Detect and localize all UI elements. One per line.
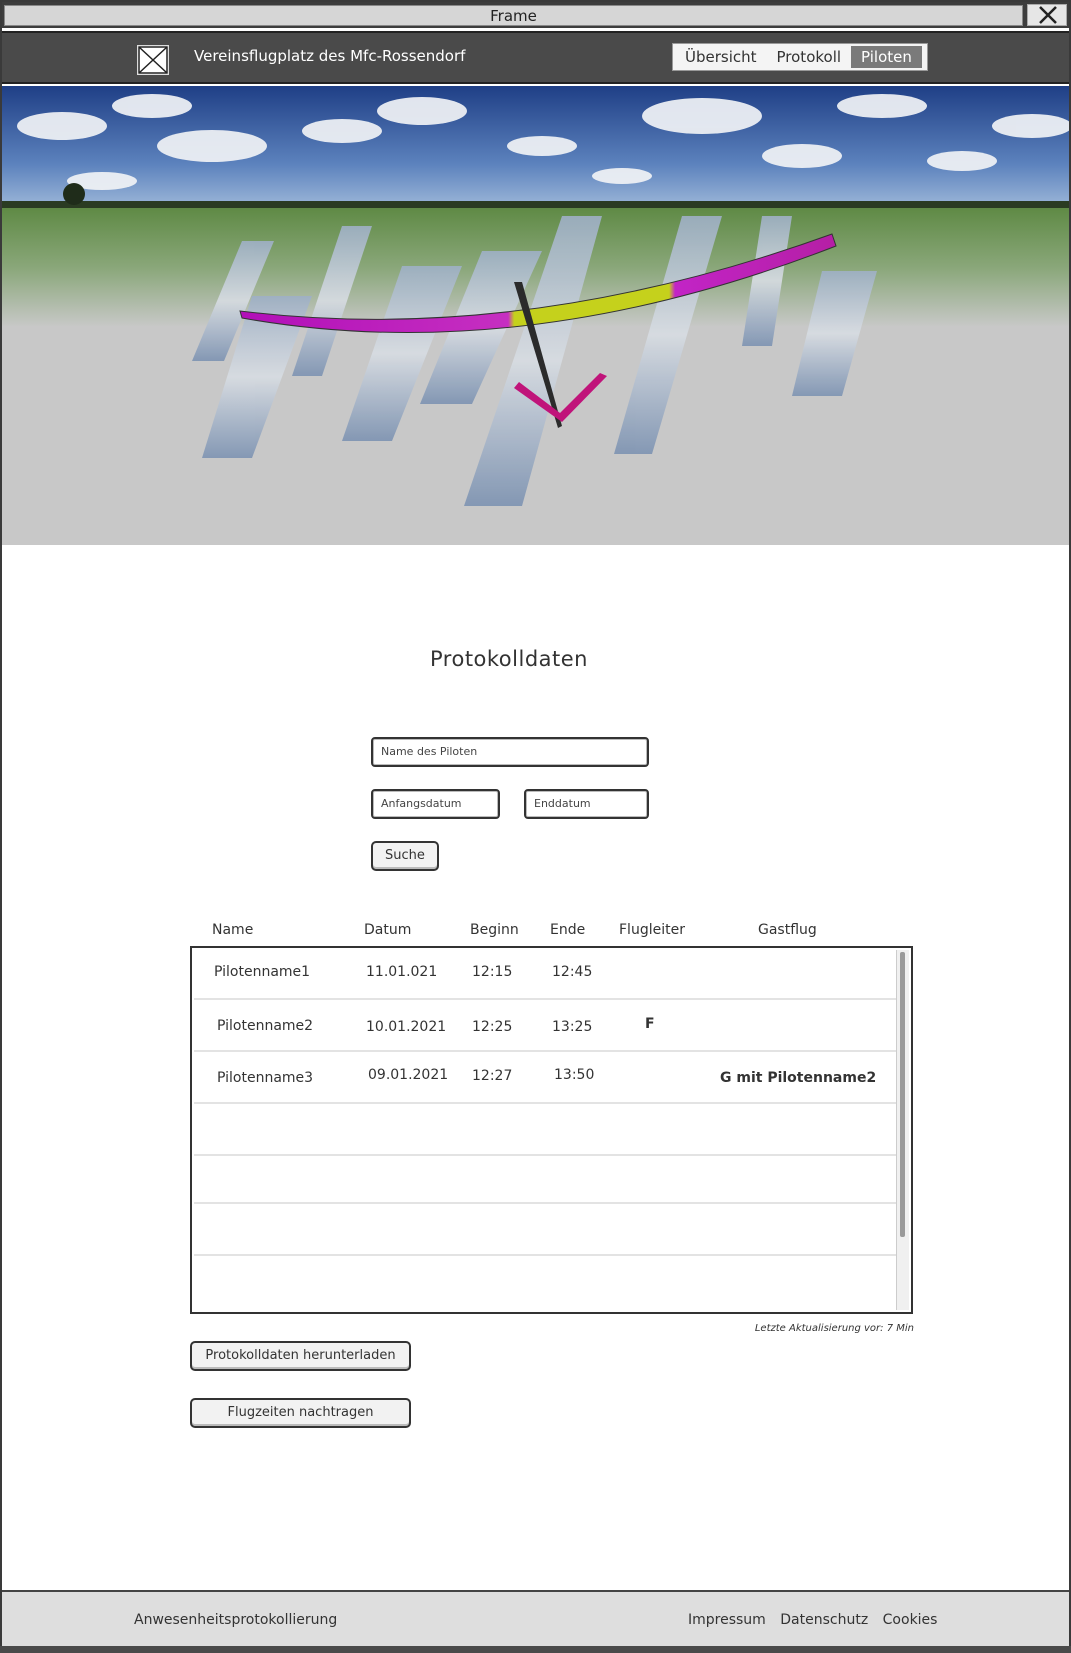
- cell-beginn: 12:27: [472, 1068, 513, 1084]
- table-row[interactable]: Pilotenname2 10.01.2021 12:25 13:25 F: [194, 1000, 899, 1052]
- start-date-input[interactable]: Anfangsdatum: [371, 789, 500, 819]
- column-header-flugleiter: Flugleiter: [619, 922, 685, 938]
- footer-link-impressum[interactable]: Impressum: [688, 1612, 766, 1628]
- column-header-beginn: Beginn: [470, 922, 519, 938]
- table-row[interactable]: Pilotenname1 11.01.021 12:15 12:45: [194, 948, 899, 1000]
- hero-image: [2, 86, 1069, 545]
- cell-ende: 12:45: [552, 964, 593, 980]
- logo[interactable]: [137, 45, 169, 75]
- window-bottom-border: [0, 1646, 1071, 1653]
- close-icon: [1039, 6, 1057, 24]
- footer-app-name: Anwesenheitsprotokollierung: [134, 1612, 338, 1628]
- cell-name: Pilotenname2: [217, 1018, 314, 1034]
- window-titlebar: Frame: [2, 2, 1069, 28]
- add-flight-times-button[interactable]: Flugzeiten nachtragen: [190, 1398, 411, 1428]
- page-title: Protokolldaten: [430, 647, 588, 671]
- last-update-note: Letzte Aktualisierung vor: 7 Min: [754, 1323, 914, 1334]
- cell-ende: 13:25: [552, 1019, 593, 1035]
- cell-gastflug: G mit Pilotenname2: [720, 1070, 877, 1086]
- site-footer: Anwesenheitsprotokollierung Impressum Da…: [2, 1590, 1069, 1651]
- cell-flugleiter: F: [645, 1016, 655, 1032]
- end-date-placeholder: Enddatum: [534, 797, 591, 810]
- search-button[interactable]: Suche: [371, 841, 439, 871]
- cell-name: Pilotenname3: [217, 1070, 314, 1086]
- end-date-input[interactable]: Enddatum: [524, 789, 649, 819]
- download-protocol-button[interactable]: Protokolldaten herunterladen: [190, 1341, 411, 1371]
- cell-beginn: 12:25: [472, 1019, 513, 1035]
- tab-protokoll[interactable]: Protokoll: [767, 46, 852, 68]
- table-row-empty[interactable]: [194, 1104, 899, 1156]
- footer-link-cookies[interactable]: Cookies: [883, 1612, 938, 1628]
- column-header-datum: Datum: [364, 922, 412, 938]
- table-scrollbar[interactable]: [896, 950, 909, 1310]
- image-placeholder-icon: [138, 46, 168, 74]
- cell-datum: 10.01.2021: [366, 1019, 447, 1035]
- cell-ende: 13:50: [554, 1067, 595, 1083]
- site-title: Vereinsflugplatz des Mfc-Rossendorf: [194, 47, 466, 65]
- pilot-name-placeholder: Name des Piloten: [381, 745, 478, 758]
- tab-uebersicht[interactable]: Übersicht: [675, 46, 767, 68]
- window-titlebar-inner: Frame: [4, 5, 1023, 26]
- pilot-name-input[interactable]: Name des Piloten: [371, 737, 649, 767]
- table-row-empty[interactable]: [194, 1156, 899, 1204]
- column-header-gastflug: Gastflug: [758, 922, 817, 938]
- table-header: Name Datum Beginn Ende Flugleiter Gastfl…: [190, 922, 910, 944]
- cell-datum: 11.01.021: [366, 964, 438, 980]
- cell-datum: 09.01.2021: [368, 1067, 449, 1083]
- table-row-empty[interactable]: [194, 1256, 899, 1308]
- protocol-table[interactable]: Pilotenname1 11.01.021 12:15 12:45 Pilot…: [190, 946, 913, 1314]
- column-header-ende: Ende: [550, 922, 586, 938]
- nav-tabs: Übersicht Protokoll Piloten: [672, 43, 928, 71]
- scrollbar-thumb[interactable]: [900, 952, 905, 1237]
- cell-beginn: 12:15: [472, 964, 513, 980]
- window-title: Frame: [490, 7, 537, 25]
- column-header-name: Name: [212, 922, 254, 938]
- footer-link-datenschutz[interactable]: Datenschutz: [780, 1612, 868, 1628]
- cell-name: Pilotenname1: [214, 964, 311, 980]
- table-row-empty[interactable]: [194, 1204, 899, 1256]
- close-button[interactable]: [1027, 4, 1067, 26]
- footer-links: Impressum Datenschutz Cookies: [688, 1612, 947, 1628]
- table-row[interactable]: Pilotenname3 09.01.2021 12:27 13:50 G mi…: [194, 1052, 899, 1104]
- tab-piloten[interactable]: Piloten: [851, 46, 922, 68]
- start-date-placeholder: Anfangsdatum: [381, 797, 462, 810]
- site-header: Vereinsflugplatz des Mfc-Rossendorf Über…: [2, 31, 1069, 84]
